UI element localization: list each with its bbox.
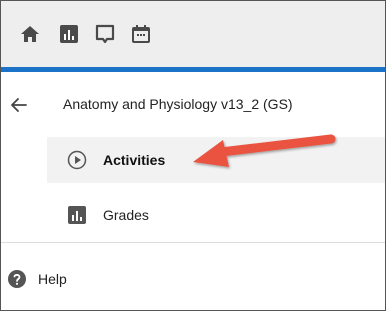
home-icon[interactable] xyxy=(19,23,41,45)
grades-icon xyxy=(67,205,87,225)
nav-item-label: Activities xyxy=(103,152,166,168)
accent-divider xyxy=(1,67,385,72)
app-frame: Anatomy and Physiology v13_2 (GS) Activi… xyxy=(0,0,386,311)
help-label: Help xyxy=(38,271,67,287)
back-arrow-icon[interactable] xyxy=(9,95,29,115)
reports-icon[interactable] xyxy=(58,23,80,45)
help-link[interactable]: Help xyxy=(1,259,385,299)
nav-item-grades[interactable]: Grades xyxy=(47,193,385,237)
inbox-icon[interactable] xyxy=(94,23,116,45)
course-title[interactable]: Anatomy and Physiology v13_2 (GS) xyxy=(63,96,293,112)
course-header: Anatomy and Physiology v13_2 (GS) xyxy=(1,85,385,125)
callout-arrow xyxy=(193,134,336,167)
section-divider xyxy=(1,242,385,243)
play-circle-icon xyxy=(67,150,87,170)
nav-item-label: Grades xyxy=(103,207,149,223)
help-circle-icon xyxy=(7,269,27,289)
top-toolbar xyxy=(1,1,385,67)
calendar-icon[interactable] xyxy=(130,23,152,45)
